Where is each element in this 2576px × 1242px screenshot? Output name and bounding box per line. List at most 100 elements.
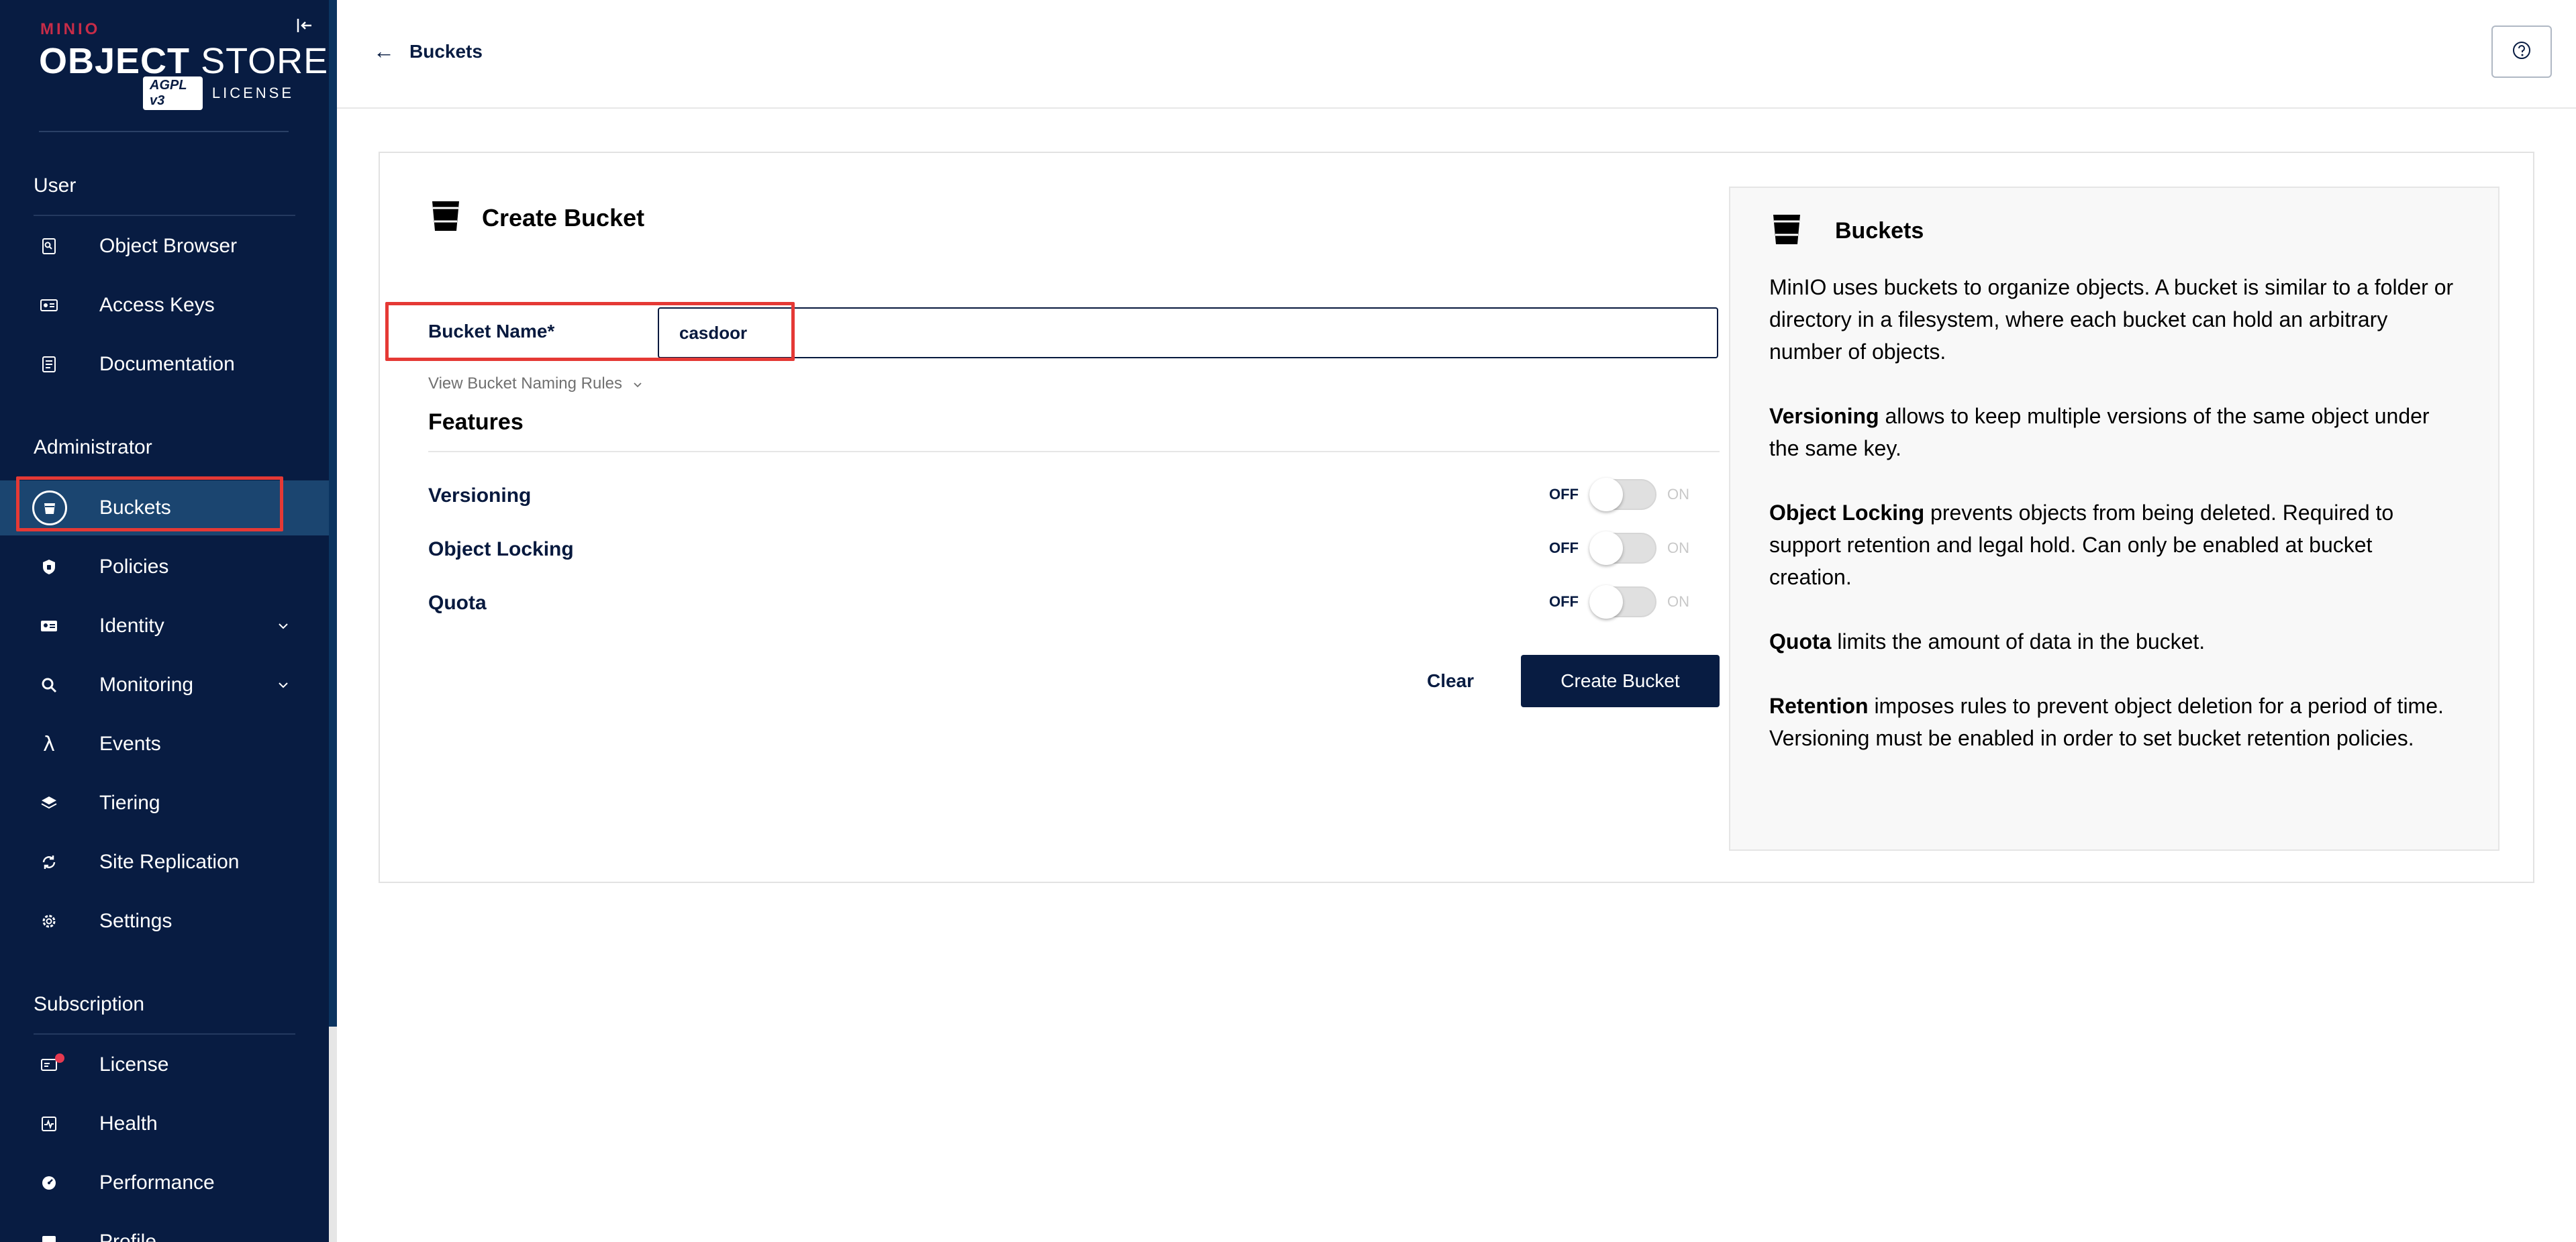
sidebar-item-events[interactable]: λ Events: [0, 717, 329, 772]
chevron-down-icon[interactable]: [275, 677, 291, 693]
sidebar-item-label: Settings: [99, 910, 172, 932]
help-title: Buckets: [1835, 218, 1924, 244]
sidebar-scrollbar[interactable]: [329, 0, 337, 1027]
bucket-name-field: Bucket Name*: [428, 307, 1720, 358]
toggle-on-label: ON: [1667, 593, 1689, 610]
sidebar-item-label: Buckets: [99, 497, 171, 519]
toggle-off-label: OFF: [1549, 593, 1579, 610]
sidebar-item-label: Tiering: [99, 792, 160, 814]
feature-label: Object Locking: [428, 538, 574, 560]
create-bucket-form: Create Bucket Bucket Name* View Bucket N…: [413, 199, 1720, 803]
sync-icon: [38, 851, 60, 874]
notification-dot: [55, 1053, 64, 1063]
minio-logo[interactable]: MINIO OBJECT STORE AGPL v3 LICENSE: [39, 19, 328, 110]
question-icon: [2512, 40, 2532, 64]
toggle-knob: [1589, 531, 1623, 565]
section-title-user: User: [34, 174, 77, 197]
help-paragraph: Object Locking prevents objects from bei…: [1769, 497, 2454, 593]
feature-row-versioning: Versioning OFF ON: [428, 475, 1720, 515]
speedometer-icon: [38, 1172, 60, 1194]
sidebar-item-identity[interactable]: Identity: [0, 599, 329, 654]
sidebar-item-health[interactable]: Health: [0, 1096, 329, 1151]
sidebar-item-label: Access Keys: [99, 294, 215, 316]
section-divider: [34, 215, 295, 216]
clear-button[interactable]: Clear: [1393, 655, 1507, 707]
bucket-name-label: Bucket Name*: [428, 321, 555, 342]
collapse-sidebar-icon[interactable]: [291, 12, 318, 39]
page-title: Create Bucket: [482, 203, 645, 231]
quota-switch: OFF ON: [1549, 585, 1689, 619]
object-locking-switch: OFF ON: [1549, 531, 1689, 565]
sidebar: MINIO OBJECT STORE AGPL v3 LICENSE User …: [0, 0, 329, 1242]
sidebar-item-label: Site Replication: [99, 851, 240, 873]
sidebar-item-label: Performance: [99, 1172, 215, 1194]
sidebar-item-policies[interactable]: Policies: [0, 539, 329, 594]
sidebar-item-label: Documentation: [99, 353, 235, 375]
sidebar-item-access-keys[interactable]: Access Keys: [0, 278, 329, 333]
object-locking-toggle[interactable]: [1589, 531, 1656, 565]
section-title-subscription: Subscription: [34, 993, 145, 1015]
features-divider: [428, 451, 1720, 452]
logo-license: LICENSE: [211, 85, 294, 101]
help-paragraph: MinIO uses buckets to organize objects. …: [1769, 275, 2454, 364]
toggle-on-label: ON: [1667, 539, 1689, 556]
sidebar-item-documentation[interactable]: Documentation: [0, 337, 329, 392]
toggle-knob: [1589, 478, 1623, 511]
lambda-icon: λ: [43, 732, 55, 756]
help-button[interactable]: [2491, 25, 2552, 78]
sidebar-item-monitoring[interactable]: Monitoring: [0, 658, 329, 713]
chevron-down-icon[interactable]: [275, 618, 291, 634]
help-paragraph: Retention imposes rules to prevent objec…: [1769, 690, 2454, 754]
sidebar-item-label: License: [99, 1053, 169, 1076]
help-panel: Buckets MinIO uses buckets to organize o…: [1729, 187, 2499, 851]
sidebar-item-tiering[interactable]: Tiering: [0, 776, 329, 831]
logo-title: OBJECT STORE: [39, 40, 328, 82]
bucket-name-input[interactable]: [658, 307, 1718, 358]
access-keys-icon: [38, 294, 60, 317]
create-bucket-button[interactable]: Create Bucket: [1521, 655, 1720, 707]
view-naming-rules-toggle[interactable]: View Bucket Naming Rules: [428, 374, 642, 393]
sidebar-item-label: Object Browser: [99, 235, 238, 257]
help-term: Quota: [1769, 629, 1832, 654]
logo-brand: MINIO: [40, 20, 101, 38]
toggle-knob: [1589, 585, 1623, 619]
form-title-row: Create Bucket: [428, 199, 644, 237]
feature-row-object-locking: Object Locking OFF ON: [428, 529, 1720, 569]
logo-title-bold: OBJECT: [39, 41, 191, 81]
toggle-off-label: OFF: [1549, 539, 1579, 556]
back-to-buckets-link[interactable]: ← Buckets: [373, 39, 483, 64]
profile-icon: [38, 1231, 60, 1242]
help-body: MinIO uses buckets to organize objects. …: [1769, 271, 2454, 786]
help-text: limits the amount of data in the bucket.: [1831, 629, 2206, 654]
naming-rules-label: View Bucket Naming Rules: [428, 374, 623, 393]
layers-icon: [38, 792, 60, 815]
logo-license-row: AGPL v3 LICENSE: [143, 76, 294, 110]
sidebar-item-label: Identity: [99, 615, 164, 637]
logo-divider: [39, 131, 289, 132]
sidebar-item-site-replication[interactable]: Site Replication: [0, 835, 329, 890]
sidebar-item-buckets[interactable]: Buckets: [0, 480, 329, 535]
versioning-switch: OFF ON: [1549, 478, 1689, 511]
sidebar-scrollbar-track: [329, 1027, 337, 1242]
sidebar-item-performance[interactable]: Performance: [0, 1155, 329, 1210]
feature-label: Versioning: [428, 484, 532, 507]
create-bucket-card: Create Bucket Bucket Name* View Bucket N…: [379, 152, 2534, 883]
feature-label: Quota: [428, 592, 487, 614]
sidebar-item-object-browser[interactable]: Object Browser: [0, 219, 329, 274]
sidebar-item-settings[interactable]: Settings: [0, 894, 329, 949]
quota-toggle[interactable]: [1589, 585, 1656, 619]
toggle-on-label: ON: [1667, 486, 1689, 503]
agpl-badge: AGPL v3: [143, 76, 203, 110]
shield-icon: [38, 556, 60, 578]
back-arrow-icon: ←: [373, 39, 395, 63]
sidebar-item-license[interactable]: License: [0, 1037, 329, 1092]
help-title-row: Buckets: [1769, 212, 1924, 250]
chevron-down-icon: [633, 374, 642, 393]
features-title: Features: [428, 409, 524, 435]
back-label: Buckets: [409, 40, 483, 62]
versioning-toggle[interactable]: [1589, 478, 1656, 511]
section-title-administrator: Administrator: [34, 436, 152, 458]
sidebar-item-profile[interactable]: Profile: [0, 1214, 329, 1242]
toggle-off-label: OFF: [1549, 486, 1579, 503]
bucket-icon: [428, 199, 463, 237]
